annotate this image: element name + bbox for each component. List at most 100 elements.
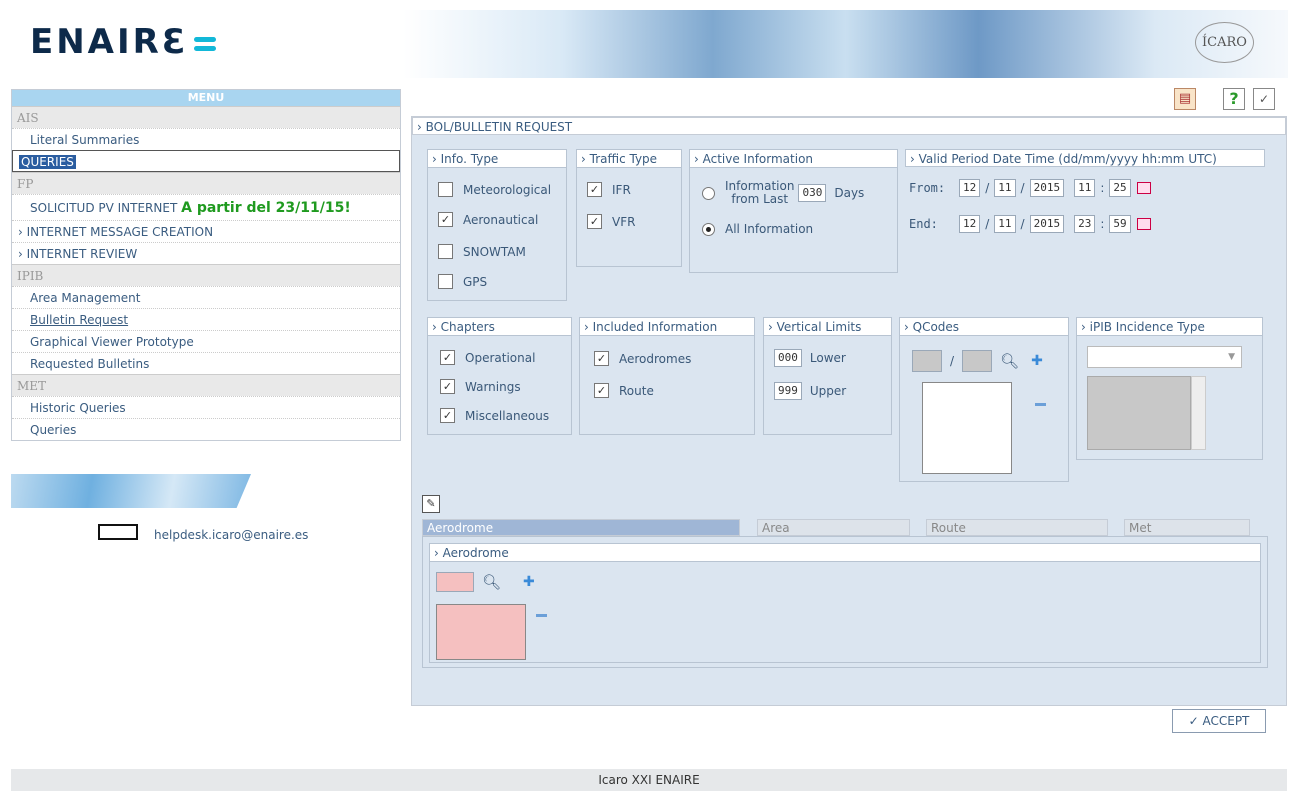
aerodrome-add-icon[interactable]: ✚ (523, 574, 535, 590)
menu-item-queries-label: QUERIES (19, 155, 76, 169)
route-checkbox[interactable]: ✓ (594, 383, 609, 398)
menu-title: MENU (12, 90, 400, 106)
end-year-input[interactable]: 2015 (1029, 215, 1065, 233)
end-sep1: / (985, 217, 990, 231)
aeronautical-label: Aeronautical (463, 212, 539, 227)
aerodromes-checkbox[interactable]: ✓ (594, 351, 609, 366)
from-sep2: / (1020, 181, 1025, 195)
aerodrome-search-row: 🔍︎ ✚ (436, 572, 535, 592)
add-icon[interactable]: ✚ (1031, 353, 1043, 369)
from-hour-input[interactable]: 11 (1074, 179, 1096, 197)
qcode-input-1[interactable] (912, 350, 942, 372)
solicitud-note: A partir del 23/11/15! (181, 200, 351, 216)
menu-section-met: MET (12, 374, 400, 396)
info-type-title-text: Info. Type (440, 152, 499, 166)
enaire-logo: ENAIRƐ (30, 22, 217, 62)
miscellaneous-label: Miscellaneous (465, 408, 550, 423)
from-minute-input[interactable]: 25 (1109, 179, 1131, 197)
tab-met[interactable]: Met (1124, 519, 1250, 536)
included-aerodromes[interactable]: ✓ Aerodromes (594, 351, 691, 366)
qcode-list[interactable] (922, 382, 1012, 474)
mail-icon (98, 524, 138, 540)
route-label: Route (619, 383, 654, 398)
chapter-warnings[interactable]: ✓ Warnings (440, 379, 521, 394)
info-from-last-radio[interactable] (702, 186, 715, 200)
incidence-type-select[interactable]: ▼ (1087, 346, 1242, 368)
end-day-input[interactable]: 12 (959, 215, 981, 233)
menu-item-solicitud[interactable]: SOLICITUD PV INTERNET A partir del 23/11… (12, 194, 400, 220)
from-sep3: : (1100, 181, 1105, 195)
end-sep2: / (1020, 217, 1025, 231)
aeronautical-checkbox[interactable]: ✓ (438, 212, 453, 227)
tab-aerodrome[interactable]: Aerodrome (422, 519, 740, 536)
menu-item-internet-review[interactable]: › INTERNET REVIEW (12, 242, 400, 264)
menu-item-internet-message[interactable]: › INTERNET MESSAGE CREATION (12, 220, 400, 242)
check-button[interactable]: ✓ (1253, 88, 1275, 110)
active-info-last-option[interactable]: Information from Last 030 Days (702, 180, 864, 206)
end-month-input[interactable]: 11 (994, 215, 1016, 233)
active-info-all-option[interactable]: All Information (702, 222, 813, 236)
menu-item-graphical-viewer[interactable]: Graphical Viewer Prototype (12, 330, 400, 352)
menu-item-bulletin-request[interactable]: Bulletin Request (12, 308, 400, 330)
incidence-scrollbar[interactable] (1191, 376, 1206, 450)
from-year-input[interactable]: 2015 (1029, 179, 1065, 197)
miscellaneous-checkbox[interactable]: ✓ (440, 408, 455, 423)
chapter-miscellaneous[interactable]: ✓ Miscellaneous (440, 408, 549, 423)
days-input[interactable]: 030 (798, 184, 827, 202)
meteorological-checkbox[interactable] (438, 182, 453, 197)
accept-button[interactable]: ✓ ACCEPT (1172, 709, 1266, 733)
upper-limit-input[interactable]: 999 (774, 382, 802, 400)
all-information-radio[interactable] (702, 222, 715, 236)
clipboard-icon[interactable]: ▤ (1174, 88, 1196, 110)
info-type-gps[interactable]: GPS (438, 274, 487, 289)
tab-area[interactable]: Area (757, 519, 910, 536)
vertical-limits-title-text: Vertical Limits (776, 320, 862, 334)
helpdesk-link[interactable]: helpdesk.icaro@enaire.es (154, 528, 308, 542)
lower-limit-input[interactable]: 000 (774, 349, 802, 367)
info-type-aeronautical[interactable]: ✓ Aeronautical (438, 212, 538, 227)
aerodrome-remove-icon[interactable] (536, 614, 547, 617)
info-type-meteorological[interactable]: Meteorological (438, 182, 551, 197)
included-info-title-text: Included Information (592, 320, 718, 334)
warnings-checkbox[interactable]: ✓ (440, 379, 455, 394)
from-sep1: / (985, 181, 990, 195)
menu-item-requested-bulletins[interactable]: Requested Bulletins (12, 352, 400, 374)
menu-item-queries-ais[interactable]: QUERIES (12, 150, 400, 172)
info-from-last-label: Information from Last (725, 180, 794, 206)
menu-item-historic-queries[interactable]: Historic Queries (12, 396, 400, 418)
included-route[interactable]: ✓ Route (594, 383, 654, 398)
help-button[interactable]: ? (1223, 88, 1245, 110)
info-type-snowtam[interactable]: SNOWTAM (438, 244, 526, 259)
included-info-title: › Included Information (580, 318, 754, 336)
incidence-type-list[interactable] (1087, 376, 1191, 450)
info-from-last-line2: from Last (731, 192, 789, 206)
gps-checkbox[interactable] (438, 274, 453, 289)
tab-route[interactable]: Route (926, 519, 1108, 536)
aerodrome-search-icon[interactable]: 🔍︎ (482, 573, 501, 591)
vfr-checkbox[interactable]: ✓ (587, 214, 602, 229)
eraser-icon[interactable]: ✎ (422, 495, 440, 513)
menu-item-area-management[interactable]: Area Management (12, 286, 400, 308)
aerodrome-list[interactable] (436, 604, 526, 660)
ifr-checkbox[interactable]: ✓ (587, 182, 602, 197)
search-icon[interactable]: 🔍︎ (1000, 352, 1019, 370)
menu-item-queries-met[interactable]: Queries (12, 418, 400, 440)
traffic-vfr[interactable]: ✓ VFR (587, 214, 635, 229)
from-month-input[interactable]: 11 (994, 179, 1016, 197)
traffic-ifr[interactable]: ✓ IFR (587, 182, 631, 197)
menu-section-fp: FP (12, 172, 400, 194)
qcode-input-2[interactable] (962, 350, 993, 372)
from-calendar-icon[interactable] (1136, 182, 1151, 194)
snowtam-checkbox[interactable] (438, 244, 453, 259)
operational-checkbox[interactable]: ✓ (440, 350, 455, 365)
operational-label: Operational (465, 350, 536, 365)
end-minute-input[interactable]: 59 (1109, 215, 1131, 233)
remove-icon[interactable] (1035, 403, 1046, 406)
from-day-input[interactable]: 12 (959, 179, 981, 197)
end-calendar-icon[interactable] (1136, 218, 1151, 230)
menu-wave-decoration (11, 474, 251, 508)
menu-item-literal-summaries[interactable]: Literal Summaries (12, 128, 400, 150)
end-hour-input[interactable]: 23 (1074, 215, 1096, 233)
aerodrome-input[interactable] (436, 572, 474, 592)
chapter-operational[interactable]: ✓ Operational (440, 350, 535, 365)
